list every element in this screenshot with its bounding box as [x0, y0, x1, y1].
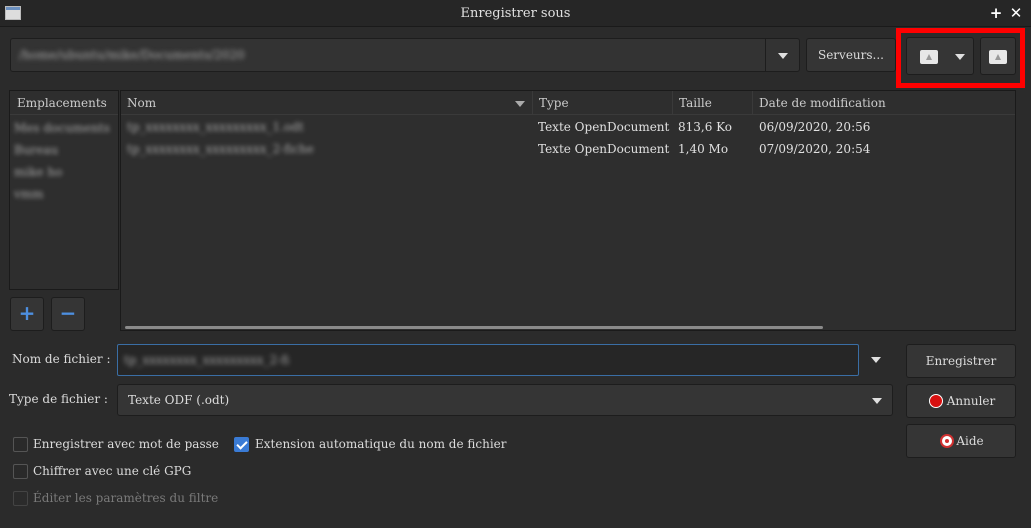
add-place-button[interactable]: +	[10, 297, 44, 331]
file-modified: 06/09/2020, 20:56	[759, 120, 871, 134]
file-name: tp_xxxxxxxx_xxxxxxxxx_2-fiche	[127, 142, 314, 156]
path-dropdown-button[interactable]	[765, 39, 799, 71]
column-header-size[interactable]: Taille	[673, 91, 753, 115]
place-item[interactable]: vmm	[14, 185, 44, 203]
place-item[interactable]: Mes documents	[14, 119, 110, 137]
auto-extension-checkbox[interactable]	[234, 437, 249, 452]
file-list-header: Nom Type Taille Date de modification	[121, 91, 1015, 115]
filename-input[interactable]: tp_xxxxxxxx_xxxxxxxxx_2-fi	[117, 344, 859, 376]
help-lifebuoy-icon	[940, 434, 954, 448]
column-header-name[interactable]: Nom	[121, 91, 533, 115]
file-size: 813,6 Ko	[678, 120, 733, 134]
window-title: Enregistrer sous	[460, 6, 571, 21]
remove-place-button[interactable]: −	[51, 297, 85, 331]
filetype-value: Texte ODF (.odt)	[128, 393, 230, 407]
maximize-button[interactable]: +	[987, 4, 1005, 22]
file-modified: 07/09/2020, 20:54	[759, 142, 871, 156]
close-button[interactable]: ✕	[1007, 4, 1025, 22]
place-item[interactable]: Bureau	[14, 141, 58, 159]
table-row[interactable]: tp_xxxxxxxx_xxxxxxxxx_1.odt Texte OpenDo…	[121, 116, 1015, 138]
highlight-annotation	[896, 28, 1025, 88]
chevron-down-icon	[872, 398, 882, 404]
password-checkbox[interactable]	[13, 437, 28, 452]
cancel-icon	[929, 394, 943, 408]
chevron-down-icon	[871, 357, 881, 363]
horizontal-scrollbar[interactable]	[125, 326, 823, 329]
auto-extension-label: Extension automatique du nom de fichier	[255, 437, 507, 451]
file-size: 1,40 Mo	[678, 142, 729, 156]
file-type: Texte OpenDocument	[538, 120, 670, 134]
filename-value: tp_xxxxxxxx_xxxxxxxxx_2-fi	[124, 353, 290, 367]
filetype-select[interactable]: Texte ODF (.odt)	[117, 384, 893, 416]
gpg-label: Chiffrer avec une clé GPG	[33, 464, 192, 478]
places-panel: Emplacements Mes documents Bureau mike h…	[9, 90, 119, 290]
file-type: Texte OpenDocument	[538, 142, 670, 156]
filter-settings-label: Éditer les paramètres du filtre	[33, 491, 219, 505]
sort-descending-icon	[515, 101, 525, 107]
table-row[interactable]: tp_xxxxxxxx_xxxxxxxxx_2-fiche Texte Open…	[121, 138, 1015, 160]
file-list[interactable]: Nom Type Taille Date de modification tp_…	[120, 90, 1016, 331]
path-combo[interactable]: /home/ubuntu/mike/Documents/2020	[10, 38, 800, 72]
filetype-label: Type de fichier :	[9, 392, 108, 406]
cancel-button[interactable]: Annuler	[906, 384, 1016, 418]
column-header-modified[interactable]: Date de modification	[753, 91, 1015, 115]
servers-button[interactable]: Serveurs...	[806, 38, 896, 72]
help-button[interactable]: Aide	[906, 424, 1016, 458]
gpg-checkbox[interactable]	[13, 464, 28, 479]
password-label: Enregistrer avec mot de passe	[33, 437, 219, 451]
column-header-type[interactable]: Type	[533, 91, 673, 115]
filename-dropdown-button[interactable]	[862, 344, 892, 376]
file-name: tp_xxxxxxxx_xxxxxxxxx_1.odt	[127, 120, 304, 134]
places-header: Emplacements	[10, 91, 118, 115]
path-value: /home/ubuntu/mike/Documents/2020	[19, 48, 245, 62]
filename-label: Nom de fichier :	[12, 352, 111, 366]
chevron-down-icon	[778, 53, 788, 59]
save-button[interactable]: Enregistrer	[906, 344, 1016, 378]
filter-settings-checkbox	[13, 491, 28, 506]
place-item[interactable]: mike ho	[14, 163, 62, 181]
